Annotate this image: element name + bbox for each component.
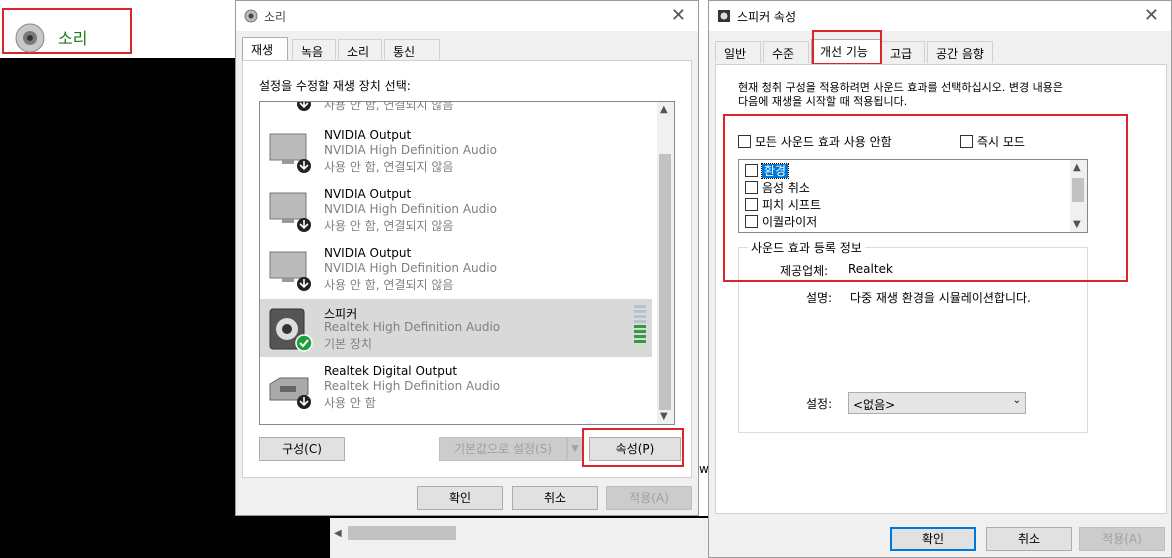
horizontal-scrollbar-thumb[interactable]: [348, 526, 456, 540]
sound-dialog-titlebar: 소리 ✕: [236, 1, 698, 31]
ok-button[interactable]: 확인: [890, 527, 976, 551]
device-driver: NVIDIA High Definition Audio: [324, 202, 497, 216]
device-name: Realtek Digital Output: [324, 364, 458, 378]
monitor-icon: [266, 189, 314, 233]
device-driver: Realtek High Definition Audio: [324, 379, 501, 393]
tab-sounds[interactable]: 소리: [338, 39, 382, 61]
effects-area-highlight: [723, 114, 1128, 282]
tab-panel: 설정을 수정할 재생 장치 선택: 사용 안 함, 연결되지 않음 NVIDIA…: [242, 60, 692, 478]
setting-select-value: <없음>: [853, 398, 896, 412]
device-name: NVIDIA Output: [324, 246, 412, 260]
device-item-selected[interactable]: 스피커 Realtek High Definition Audio 기본 장치: [260, 299, 652, 357]
apply-button[interactable]: 적용(A): [606, 486, 692, 510]
window-title: 소리: [264, 10, 287, 24]
device-item[interactable]: NVIDIA Output NVIDIA High Definition Aud…: [260, 122, 652, 180]
device-list-scrollbar[interactable]: ▲ ▼: [657, 102, 674, 424]
device-status: 사용 안 함, 연결되지 않음: [324, 278, 454, 292]
device-status: 기본 장치: [324, 337, 372, 351]
tab-general[interactable]: 일반: [715, 41, 761, 63]
tab-levels[interactable]: 수준: [763, 41, 809, 63]
device-name: NVIDIA Output: [324, 187, 412, 201]
chevron-up-icon[interactable]: ▲: [660, 104, 668, 115]
device-status: 사용 안 함, 연결되지 않음: [324, 101, 454, 112]
device-driver: NVIDIA High Definition Audio: [324, 143, 497, 157]
background-window: ◀: [330, 518, 708, 558]
description-value: 다중 재생 환경을 시뮬레이션합니다.: [850, 291, 1031, 305]
device-item[interactable]: Realtek Digital Output Realtek High Defi…: [260, 358, 652, 416]
close-icon[interactable]: ✕: [1144, 5, 1159, 26]
digital-output-icon: [266, 366, 314, 410]
tab-recording[interactable]: 녹음: [292, 39, 336, 61]
desktop-background: [0, 58, 236, 558]
device-list[interactable]: 사용 안 함, 연결되지 않음 NVIDIA Output NVIDIA Hig…: [259, 101, 675, 425]
setting-label: 설정:: [806, 397, 833, 411]
device-driver: Realtek High Definition Audio: [324, 320, 501, 334]
monitor-icon: [266, 248, 314, 292]
apply-button[interactable]: 적용(A): [1079, 527, 1165, 551]
speaker-properties-dialog: 스피커 속성 ✕ 일반 수준 개선 기능 고급 공간 음향 현재 청취 구성을 …: [708, 0, 1172, 558]
speaker-icon: [718, 10, 730, 22]
device-item[interactable]: NVIDIA Output NVIDIA High Definition Aud…: [260, 181, 652, 239]
device-status: 사용 안 함, 연결되지 않음: [324, 219, 454, 233]
set-default-dropdown-icon[interactable]: ▼: [567, 437, 583, 461]
monitor-icon: [266, 130, 314, 174]
cancel-button[interactable]: 취소: [512, 486, 598, 510]
properties-highlight: [582, 428, 684, 467]
ok-button[interactable]: 확인: [417, 486, 503, 510]
sound-item-label[interactable]: 소리: [58, 25, 87, 49]
device-status: 사용 안 함: [324, 396, 376, 410]
device-item[interactable]: 사용 안 함, 연결되지 않음: [260, 101, 652, 118]
description-label: 설명:: [806, 291, 833, 305]
close-icon[interactable]: ✕: [671, 5, 686, 26]
instruction-text: 설정을 수정할 재생 장치 선택:: [259, 79, 411, 93]
sound-dialog: 소리 ✕ 재생 녹음 소리 통신 설정을 수정할 재생 장치 선택: 사용 안 …: [235, 0, 699, 516]
chevron-left-icon[interactable]: ◀: [334, 528, 342, 539]
tab-spatial-sound[interactable]: 공간 음향: [927, 41, 993, 63]
tab-playback[interactable]: 재생: [242, 37, 288, 62]
chevron-down-icon: ⌄: [1012, 395, 1021, 406]
speaker-icon: [244, 9, 258, 23]
chevron-down-icon[interactable]: ▼: [660, 411, 668, 422]
speaker-device-icon: [266, 307, 314, 352]
window-title: 스피커 속성: [737, 10, 797, 24]
setting-select[interactable]: <없음> ⌄: [848, 392, 1026, 414]
description-line-2: 다음에 재생을 시작할 때 적용됩니다.: [738, 95, 908, 108]
enhancements-tab-highlight: [812, 30, 882, 65]
device-item[interactable]: NVIDIA Output NVIDIA High Definition Aud…: [260, 240, 652, 298]
scrollbar-thumb[interactable]: [659, 154, 671, 410]
configure-button[interactable]: 구성(C): [259, 437, 345, 461]
set-default-button[interactable]: 기본값으로 설정(S): [439, 437, 567, 461]
monitor-icon: [266, 102, 314, 112]
device-driver: NVIDIA High Definition Audio: [324, 261, 497, 275]
device-status: 사용 안 함, 연결되지 않음: [324, 160, 454, 174]
tab-communications[interactable]: 통신: [384, 39, 440, 61]
cancel-button[interactable]: 취소: [986, 527, 1072, 551]
device-name: NVIDIA Output: [324, 128, 412, 142]
tab-advanced[interactable]: 고급: [881, 41, 925, 63]
speaker-properties-titlebar: 스피커 속성 ✕: [709, 1, 1171, 31]
speaker-icon[interactable]: [14, 22, 46, 54]
